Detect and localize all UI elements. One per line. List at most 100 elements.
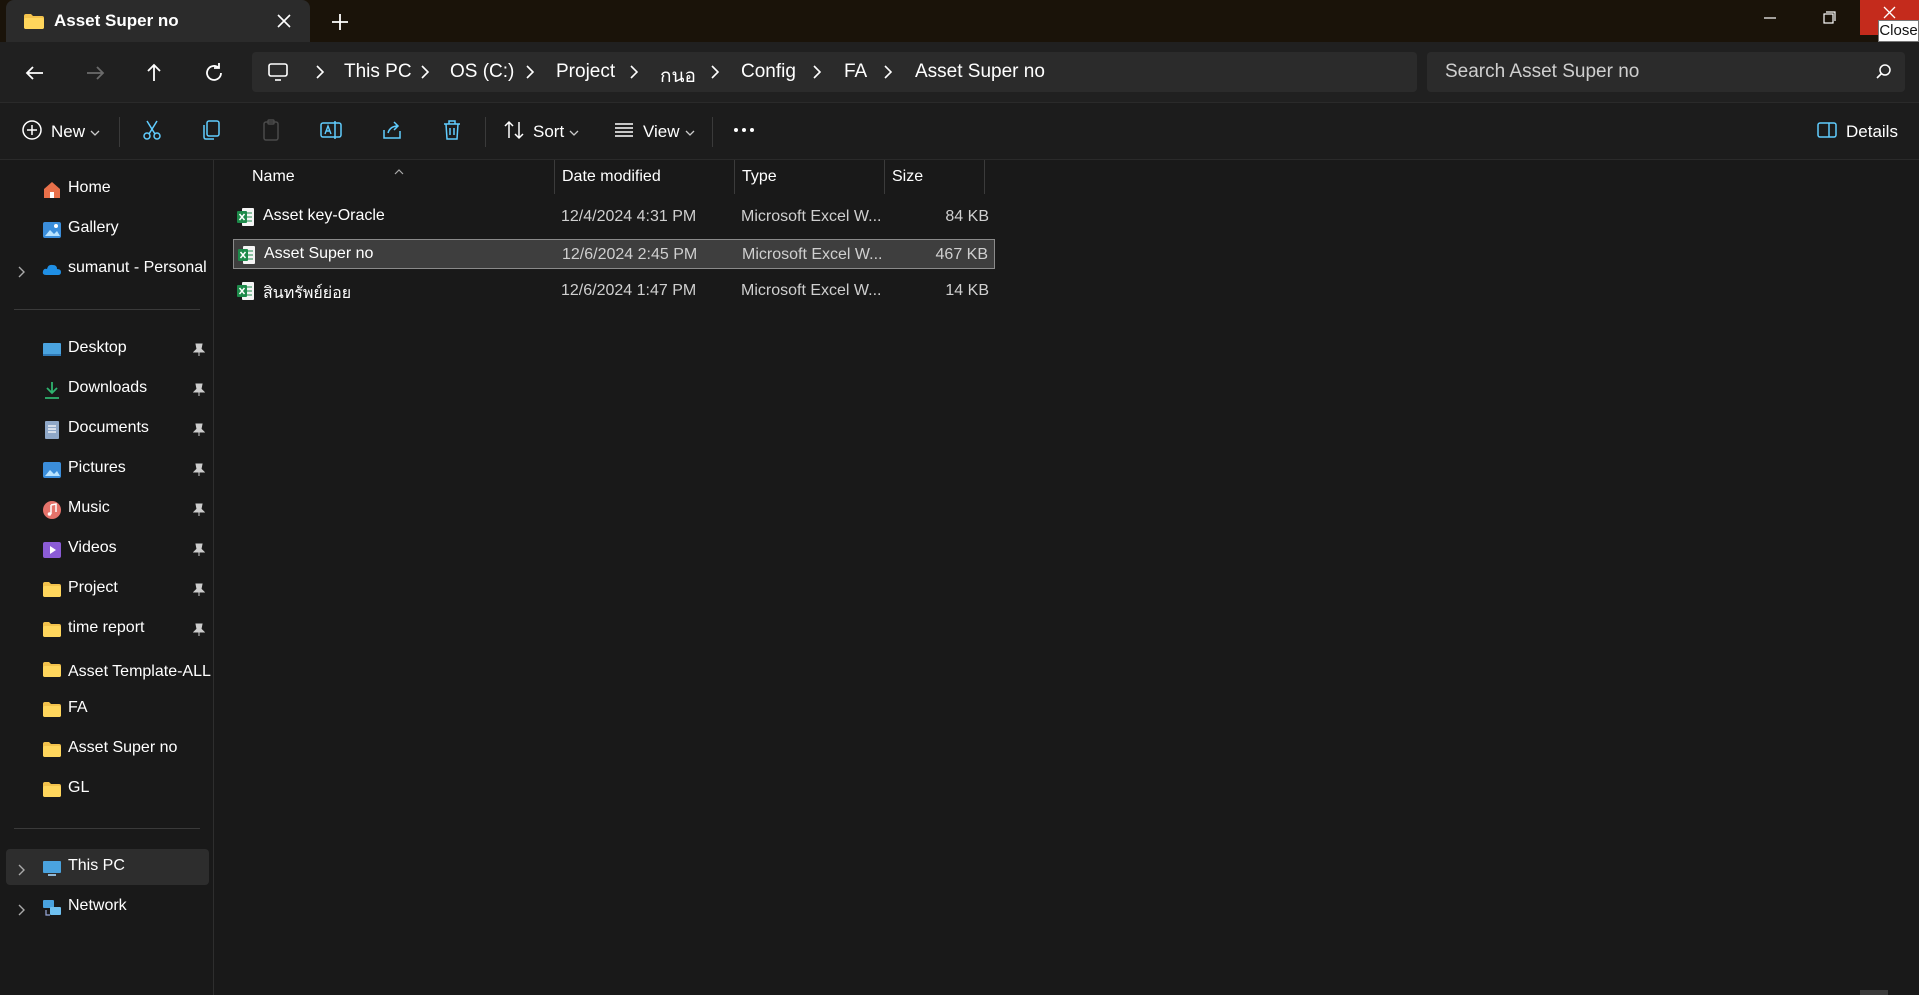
breadcrumb-fa[interactable]: FA [844, 61, 867, 83]
chevron-right-icon[interactable] [628, 64, 640, 80]
paste-button[interactable] [259, 103, 283, 161]
pictures-icon [42, 460, 62, 480]
sidebar-divider [14, 828, 200, 829]
file-row[interactable]: Asset key-Oracle 12/4/2024 4:31 PM Micro… [233, 202, 995, 232]
toolbar-divider [712, 117, 713, 147]
sidebar-item-downloads[interactable]: Downloads [0, 371, 213, 407]
search-icon[interactable] [1875, 63, 1893, 81]
chevron-right-icon[interactable] [811, 64, 823, 80]
pin-icon[interactable] [192, 582, 206, 596]
scissors-icon [140, 118, 164, 147]
chevron-right-icon[interactable] [419, 64, 431, 80]
chevron-right-icon[interactable] [16, 263, 26, 278]
sort-button[interactable]: Sort [503, 103, 579, 161]
up-arrow-icon[interactable] [141, 60, 167, 86]
sidebar-item-gallery[interactable]: Gallery [0, 211, 213, 247]
back-arrow-icon[interactable] [22, 60, 48, 86]
scrollbar-thumb[interactable] [1860, 990, 1888, 995]
sidebar-item-desktop[interactable]: Desktop [0, 331, 213, 367]
file-type: Microsoft Excel W... [742, 246, 883, 263]
pin-icon[interactable] [192, 342, 206, 356]
column-header-name[interactable]: Name [214, 160, 555, 194]
excel-file-icon [237, 281, 255, 301]
list-view-icon [613, 119, 635, 146]
pin-icon[interactable] [192, 502, 206, 516]
tab-asset-super-no[interactable]: Asset Super no [6, 0, 310, 42]
chevron-right-icon[interactable] [709, 64, 721, 80]
pin-icon[interactable] [192, 542, 206, 556]
sort-label: Sort [533, 122, 565, 141]
column-header-date-modified[interactable]: Date modified [555, 160, 735, 194]
sidebar-item-label: Documents [68, 419, 149, 436]
pin-icon[interactable] [192, 422, 206, 436]
file-row[interactable]: สินทรัพย์ย่อย 12/6/2024 1:47 PM Microsof… [233, 276, 995, 306]
share-button[interactable] [380, 103, 404, 161]
pin-icon[interactable] [192, 622, 206, 636]
sidebar-item-asset-super-no[interactable]: Asset Super no [0, 731, 213, 767]
sidebar-item-label: Home [68, 179, 111, 196]
folder-icon [42, 780, 62, 800]
view-button[interactable]: View [613, 103, 695, 161]
sidebar-item-pictures[interactable]: Pictures [0, 451, 213, 487]
breadcrumb-os-c[interactable]: OS (C:) [450, 61, 514, 83]
toolbar-divider [485, 117, 486, 147]
close-tab-icon[interactable] [274, 11, 294, 31]
music-icon [42, 500, 62, 520]
videos-icon [42, 540, 62, 560]
more-dots-icon [732, 118, 756, 147]
breadcrumb[interactable]: This PC OS (C:) Project กนอ Config FA As… [252, 52, 1417, 92]
search-input[interactable]: Search Asset Super no [1427, 52, 1905, 92]
sidebar-item-gl[interactable]: GL [0, 771, 213, 807]
sidebar-item-project[interactable]: Project [0, 571, 213, 607]
sidebar-item-music[interactable]: Music [0, 491, 213, 527]
column-header-type[interactable]: Type [735, 160, 885, 194]
sort-icon [503, 119, 525, 146]
sidebar-item-asset-template[interactable]: Asset Template-ALL สิ [0, 651, 213, 687]
restore-icon[interactable] [1816, 6, 1842, 30]
file-size: 467 KB [935, 246, 988, 263]
sidebar-item-documents[interactable]: Documents [0, 411, 213, 447]
new-tab-icon[interactable] [329, 11, 351, 33]
chevron-right-icon[interactable] [16, 901, 26, 916]
sidebar-item-videos[interactable]: Videos [0, 531, 213, 567]
sidebar-item-onedrive[interactable]: sumanut - Personal [0, 251, 213, 287]
file-row-selected[interactable]: Asset Super no 12/6/2024 2:45 PM Microso… [233, 239, 995, 269]
toolbar-divider [119, 117, 120, 147]
chevron-right-icon[interactable] [16, 861, 26, 876]
new-button[interactable]: New [21, 103, 100, 161]
delete-button[interactable] [440, 103, 464, 161]
sidebar-item-time-report[interactable]: time report [0, 611, 213, 647]
forward-arrow-icon[interactable] [82, 60, 108, 86]
pin-icon[interactable] [192, 382, 206, 396]
sidebar-item-label: This PC [68, 857, 125, 874]
sidebar-item-home[interactable]: Home [0, 171, 213, 207]
sidebar-item-label: time report [68, 619, 145, 636]
column-header-size[interactable]: Size [885, 160, 985, 194]
minimize-icon[interactable] [1757, 6, 1783, 30]
sidebar-item-fa[interactable]: FA [0, 691, 213, 727]
title-bar: Asset Super no Close [0, 0, 1919, 42]
chevron-right-icon[interactable] [314, 64, 326, 80]
breadcrumb-project[interactable]: Project [556, 61, 615, 83]
refresh-icon[interactable] [201, 60, 227, 86]
monitor-icon[interactable] [267, 62, 289, 87]
cut-button[interactable] [140, 103, 164, 161]
breadcrumb-this-pc[interactable]: This PC [344, 61, 412, 83]
home-icon [42, 180, 62, 200]
details-button[interactable]: Details [1816, 103, 1898, 161]
sidebar-item-network[interactable]: Network [0, 889, 213, 925]
rename-button[interactable] [319, 103, 343, 161]
more-options-button[interactable] [732, 103, 756, 161]
copy-button[interactable] [199, 103, 223, 161]
chevron-right-icon[interactable] [524, 64, 536, 80]
pin-icon[interactable] [192, 462, 206, 476]
file-size: 14 KB [945, 282, 989, 299]
file-size: 84 KB [945, 208, 989, 225]
folder-icon [42, 580, 62, 600]
breadcrumb-config[interactable]: Config [741, 61, 796, 83]
breadcrumb-kanor[interactable]: กนอ [660, 61, 696, 91]
chevron-right-icon[interactable] [882, 64, 894, 80]
breadcrumb-asset-super-no[interactable]: Asset Super no [915, 61, 1045, 83]
chevron-down-icon [569, 122, 579, 142]
sidebar-item-this-pc[interactable]: This PC [6, 849, 209, 885]
